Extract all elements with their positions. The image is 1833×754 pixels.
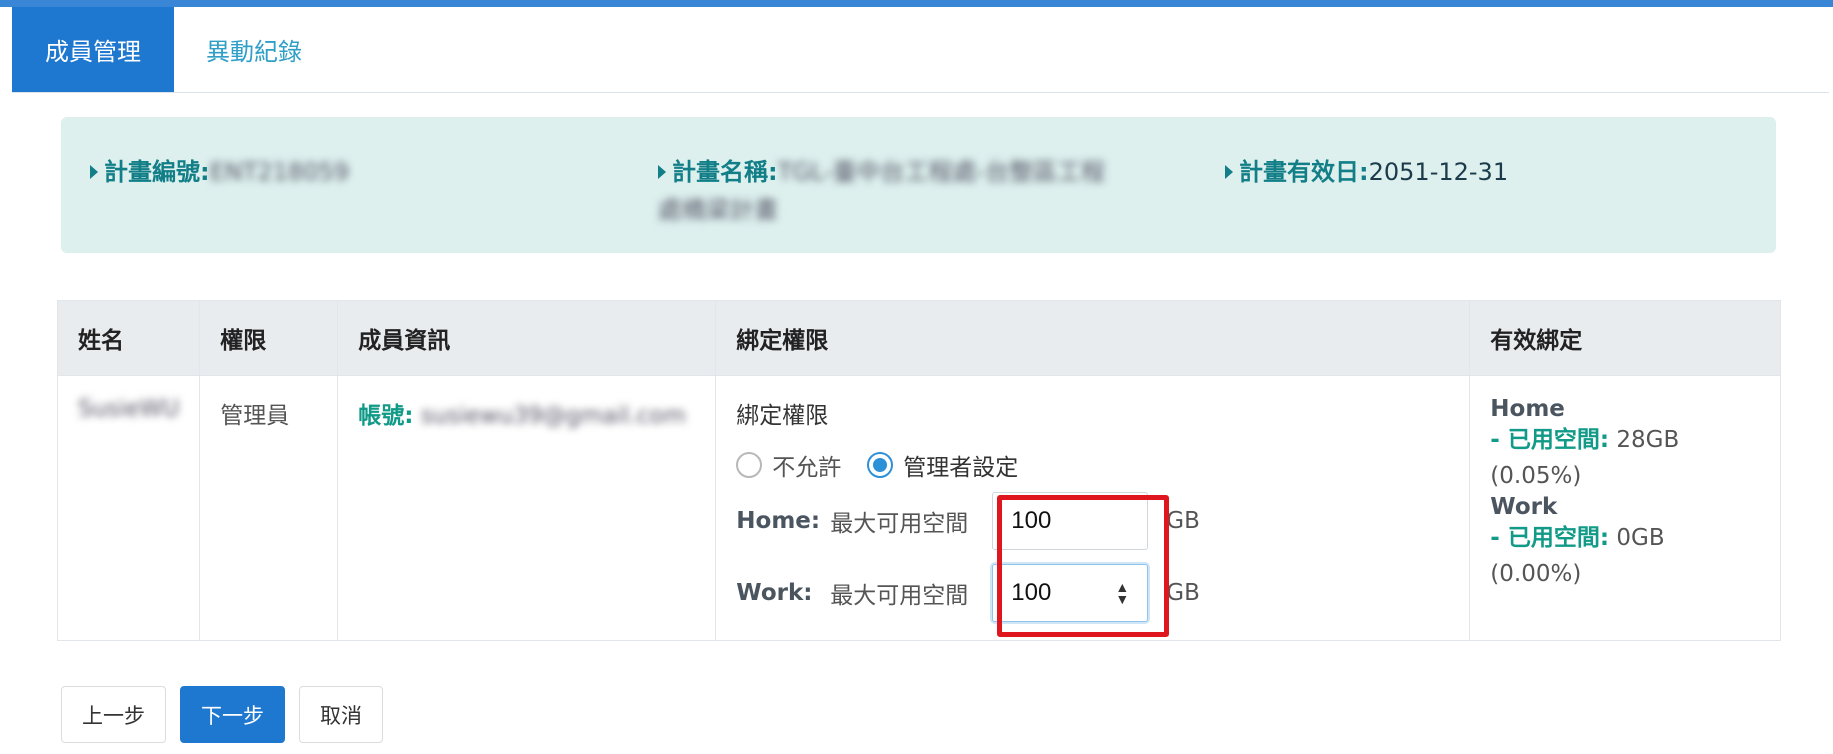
account-value: susiewu39@gmail.com <box>420 403 686 429</box>
plan-number: 計畫編號:ENT218059 <box>90 153 530 191</box>
plan-number-value: ENT218059 <box>209 158 350 186</box>
plan-name: 計畫名稱:TGL-臺中台工程處-台整區工程處橋梁計畫 <box>658 153 1108 229</box>
members-table: 姓名 權限 成員資訊 綁定權限 有效綁定 SusieWU 管理員 帳號: sus… <box>56 300 1781 641</box>
cell-binding: 綁定權限 不允許 管理者設定 Home: 最大可用空間 100 GB Work:… <box>715 375 1471 641</box>
quota-home-input[interactable]: 100 <box>992 492 1149 550</box>
effective-home-used: - 已用空間: 28GB <box>1490 422 1760 458</box>
quota-row-home: Home: 最大可用空間 100 GB <box>736 488 1449 554</box>
cell-role: 管理員 <box>199 375 339 641</box>
caret-right-icon <box>1225 165 1233 179</box>
caret-right-icon <box>658 165 666 179</box>
plan-valid-value: 2051-12-31 <box>1368 158 1509 186</box>
quota-work-input[interactable]: 100 ▲ ▼ <box>992 564 1149 622</box>
table-header-row: 姓名 權限 成員資訊 綁定權限 有效綁定 <box>56 300 1781 376</box>
binding-title: 綁定權限 <box>736 403 829 429</box>
effective-home-used-value: 28GB <box>1616 427 1680 453</box>
quota-work-value: 100 <box>1011 579 1052 606</box>
account-label: 帳號: <box>358 403 414 429</box>
plan-number-label: 計畫編號: <box>104 158 210 186</box>
effective-work-used-value: 0GB <box>1616 525 1665 551</box>
quota-home-unit: GB <box>1166 508 1200 534</box>
member-role: 管理員 <box>220 403 290 429</box>
radio-disallow[interactable] <box>736 452 763 478</box>
next-button[interactable]: 下一步 <box>180 686 285 743</box>
effective-work-used: - 已用空間: 0GB <box>1490 520 1760 556</box>
effective-home-used-label: - 已用空間: <box>1490 427 1610 453</box>
header-name: 姓名 <box>56 300 201 376</box>
plan-info-box: 計畫編號:ENT218059 計畫名稱:TGL-臺中台工程處-台整區工程處橋梁計… <box>61 117 1776 253</box>
cell-effective-binding: Home - 已用空間: 28GB (0.05%) Work - 已用空間: 0… <box>1469 375 1781 641</box>
top-accent-bar <box>0 0 1833 7</box>
header-binding: 綁定權限 <box>715 300 1471 376</box>
quota-work-name: Work: <box>736 580 813 606</box>
quota-home-name: Home: <box>736 508 821 534</box>
binding-radio-group: 不允許 管理者設定 <box>736 448 1449 482</box>
quota-row-work: Work: 最大可用空間 100 ▲ ▼ GB <box>736 560 1449 626</box>
header-role: 權限 <box>199 300 339 376</box>
tab-bar: 成員管理 異動紀錄 <box>12 7 1829 93</box>
caret-right-icon <box>90 165 98 179</box>
plan-valid-date: 計畫有效日:2051-12-31 <box>1225 153 1725 191</box>
action-buttons: 上一步 下一步 取消 <box>61 686 383 743</box>
quota-home-value: 100 <box>1011 507 1052 534</box>
effective-work-name: Work <box>1490 494 1558 520</box>
number-spinner-icon[interactable]: ▲ ▼ <box>1115 580 1129 606</box>
member-name: SusieWU <box>78 396 180 422</box>
radio-disallow-label[interactable]: 不允許 <box>772 448 841 482</box>
cell-name: SusieWU <box>56 375 201 641</box>
table-row: SusieWU 管理員 帳號: susiewu39@gmail.com 綁定權限… <box>56 375 1781 641</box>
effective-home-name: Home <box>1490 396 1565 422</box>
effective-home-percent: (0.05%) <box>1490 463 1582 489</box>
effective-work-percent: (0.00%) <box>1490 561 1582 587</box>
member-management-page: 成員管理 異動紀錄 計畫編號:ENT218059 計畫名稱:TGL-臺中台工程處… <box>12 7 1829 754</box>
cell-member-info: 帳號: susiewu39@gmail.com <box>337 375 717 641</box>
quota-home-label: 最大可用空間 <box>830 511 969 537</box>
plan-name-label: 計畫名稱: <box>672 158 778 186</box>
plan-valid-label: 計畫有效日: <box>1239 158 1369 186</box>
quota-work-label: 最大可用空間 <box>830 583 969 609</box>
header-member-info: 成員資訊 <box>337 300 717 376</box>
prev-button[interactable]: 上一步 <box>61 686 166 743</box>
tab-change-log[interactable]: 異動紀錄 <box>174 7 334 92</box>
header-effective-binding: 有效綁定 <box>1469 300 1781 376</box>
effective-work-used-label: - 已用空間: <box>1490 525 1610 551</box>
radio-admin-setting[interactable] <box>867 452 894 478</box>
radio-admin-setting-label[interactable]: 管理者設定 <box>903 448 1018 482</box>
cancel-button[interactable]: 取消 <box>299 686 383 743</box>
quota-work-unit: GB <box>1166 580 1200 606</box>
tab-member-management[interactable]: 成員管理 <box>12 7 174 92</box>
